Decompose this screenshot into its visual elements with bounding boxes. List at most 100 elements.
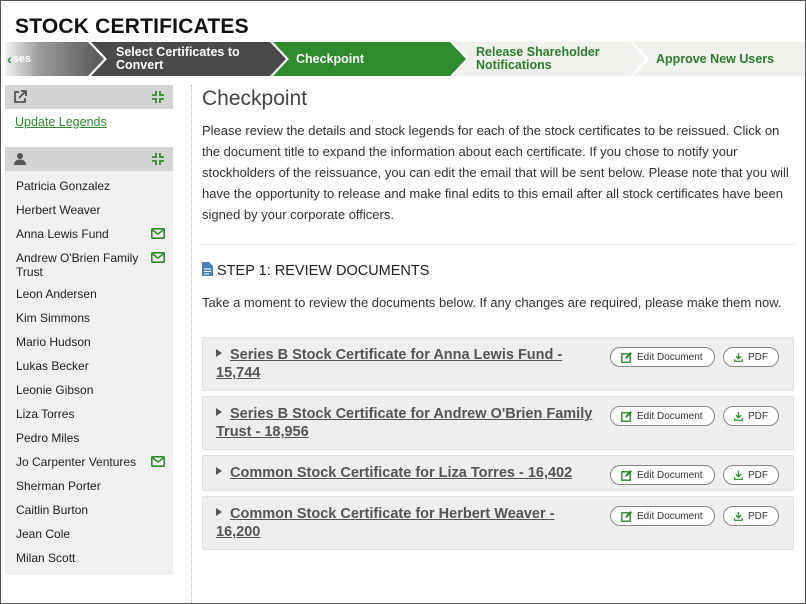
step1-description: Take a moment to review the documents be… [202,295,782,310]
document-icon [202,262,217,280]
wizard-stepper: ‹ ses Select Certificates to Convert Che… [5,42,805,76]
document-actions: Edit Document PDF [602,406,779,426]
edit-document-button[interactable]: Edit Document [610,465,715,485]
download-icon [734,511,743,521]
stockholder-item[interactable]: Sherman Porter [5,475,173,499]
stockholder-item[interactable]: Anna Lewis Fund [5,223,173,247]
stockholder-name: Jo Carpenter Ventures [16,455,137,469]
edit-document-button[interactable]: Edit Document [610,347,715,367]
document-item: Common Stock Certificate for Liza Torres… [202,455,794,491]
stockholder-name: Sherman Porter [16,479,101,493]
document-item: Common Stock Certificate for Herbert Wea… [202,496,794,550]
caret-right-icon [216,508,222,516]
legends-panel-header [5,85,173,109]
stockholder-name: Kim Simmons [16,311,91,325]
user-icon [13,152,27,166]
download-icon [734,352,743,362]
stockholder-item[interactable]: Jean Cole [5,523,173,547]
document-title: Common Stock Certificate for Liza Torres… [230,465,573,481]
envelope-icon [151,456,165,470]
step-label: Approve New Users [656,51,775,66]
edit-icon [621,510,632,522]
step1-heading: STEP 1: REVIEW DOCUMENTS [202,262,794,280]
document-actions: Edit Document PDF [602,347,779,367]
stockholder-item[interactable]: Liza Torres [5,403,173,427]
pdf-button[interactable]: PDF [723,506,779,526]
download-icon [734,470,743,480]
chevron-left-icon: ‹ [7,50,12,67]
app-window: STOCK CERTIFICATES ‹ ses Select Certific… [0,0,806,604]
app-title: STOCK CERTIFICATES [15,15,249,38]
stockholder-name: Lukas Becker [16,359,89,373]
stockholder-item[interactable]: Herbert Weaver [5,199,173,223]
update-legends-link[interactable]: Update Legends [5,109,173,135]
stockholder-item[interactable]: Leonie Gibson [5,379,173,403]
stockholder-item[interactable]: Kim Simmons [5,307,173,331]
main-content: Checkpoint Please review the details and… [202,87,794,555]
edit-document-label: Edit Document [637,469,703,481]
collapse-icon[interactable] [151,90,165,104]
edit-icon [621,351,632,363]
people-panel-header [5,147,173,171]
stockholder-name: Andrew O'Brien Family Trust [16,251,139,279]
step-checkpoint[interactable]: Checkpoint [271,42,467,76]
document-title: Series B Stock Certificate for Andrew O'… [216,406,593,440]
intro-text: Please review the details and stock lege… [202,123,789,222]
stockholder-name: Herbert Weaver [16,203,101,217]
document-item: Series B Stock Certificate for Anna Lewi… [202,337,794,391]
stockholder-item[interactable]: Milan Scott [5,547,173,571]
edit-icon [621,469,632,481]
stockholder-item[interactable]: Pedro Miles [5,427,173,451]
edit-document-button[interactable]: Edit Document [610,406,715,426]
stockholder-item[interactable]: Andrew O'Brien Family Trust [5,247,173,283]
stepper-back-button[interactable]: ‹ ses [5,42,105,76]
caret-right-icon [216,349,222,357]
pdf-button[interactable]: PDF [723,406,779,426]
stockholder-name: Leon Andersen [16,287,97,301]
stockholder-item[interactable]: Caitlin Burton [5,499,173,523]
step-release-notifications[interactable]: Release Shareholder Notifications [451,42,647,76]
document-actions: Edit Document PDF [602,465,779,485]
edit-document-button[interactable]: Edit Document [610,506,715,526]
stockholder-name: Patricia Gonzalez [16,179,111,193]
pdf-label: PDF [748,469,768,481]
document-title: Common Stock Certificate for Herbert Wea… [216,506,555,540]
step-select-certificates[interactable]: Select Certificates to Convert [89,42,287,76]
edit-document-label: Edit Document [637,510,703,522]
stockholder-name: Liza Torres [16,407,75,421]
pdf-label: PDF [748,410,768,422]
step-label: Select Certificates to Convert [116,45,240,72]
stockholder-item[interactable]: Leon Andersen [5,283,173,307]
stockholder-name: Caitlin Burton [16,503,89,517]
edit-document-label: Edit Document [637,351,703,363]
stockholder-name: Milan Scott [16,551,76,565]
envelope-icon [151,252,165,266]
pdf-label: PDF [748,510,768,522]
document-list: Series B Stock Certificate for Anna Lewi… [202,337,794,550]
stockholder-item[interactable]: Mario Hudson [5,331,173,355]
stockholder-name: Leonie Gibson [16,383,94,397]
document-actions: Edit Document PDF [602,506,779,526]
stockholder-name: Mario Hudson [16,335,91,349]
sidebar: Update Legends Patricia Gonzalez Herbert … [5,85,173,575]
divider [202,244,794,245]
stepper-back-label: ses [12,52,32,65]
stockholder-item[interactable]: Jo Carpenter Ventures [5,451,173,475]
stockholder-item[interactable]: Patricia Gonzalez [5,175,173,199]
stockholder-item[interactable]: Lukas Becker [5,355,173,379]
pdf-button[interactable]: PDF [723,347,779,367]
download-icon [734,411,743,421]
caret-right-icon [216,408,222,416]
pdf-button[interactable]: PDF [723,465,779,485]
collapse-icon[interactable] [151,152,165,166]
document-item: Series B Stock Certificate for Andrew O'… [202,396,794,450]
stockholder-name: Jean Cole [16,527,71,541]
stockholder-name: Anna Lewis Fund [16,227,109,241]
step1-title: STEP 1: REVIEW DOCUMENTS [217,263,430,279]
caret-right-icon [216,467,222,475]
panel-divider [191,85,192,603]
page-title: Checkpoint [202,87,308,110]
step-approve-users[interactable]: Approve New Users [631,42,805,76]
document-title: Series B Stock Certificate for Anna Lewi… [216,347,563,381]
pdf-label: PDF [748,351,768,363]
